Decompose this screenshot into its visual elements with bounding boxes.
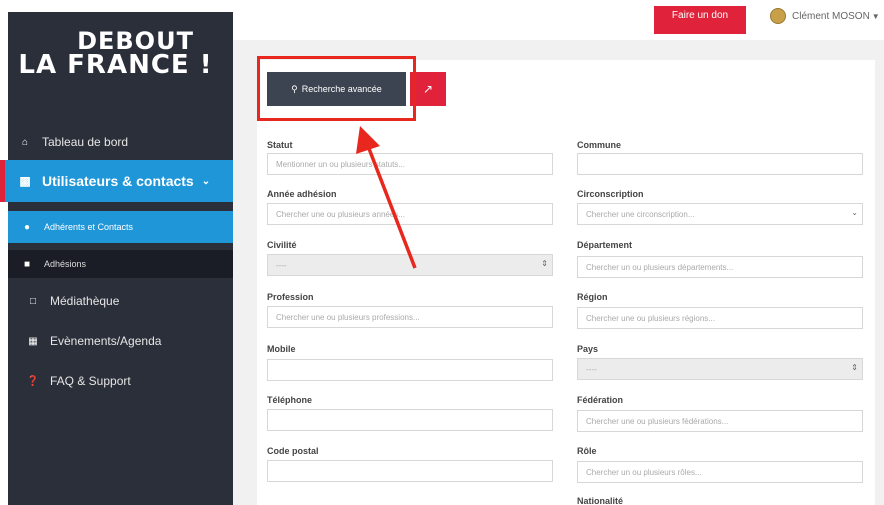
nationality-label: Nationalité (577, 496, 624, 505)
select-arrows-icon: ⇕ (851, 363, 858, 372)
sidebar-item-dashboard[interactable]: ⌂ Tableau de bord (0, 130, 225, 154)
sidebar-item-label: Médiathèque (50, 294, 120, 308)
sidebar-item-media[interactable]: □ Médiathèque (8, 290, 233, 312)
country-value: ---- (586, 365, 597, 374)
mobile-label: Mobile (267, 344, 296, 354)
region-input[interactable]: Chercher une ou plusieurs régions... (577, 307, 863, 329)
chevron-down-icon: ▼ (871, 11, 880, 21)
select-arrows-icon: ⇕ (541, 259, 548, 268)
user-menu[interactable]: Clément MOSON ▼ (770, 8, 880, 24)
city-input[interactable] (577, 153, 863, 175)
federation-input[interactable]: Chercher une ou plusieurs fédérations... (577, 410, 863, 432)
sidebar-item-events[interactable]: ▦ Evènements/Agenda (8, 330, 233, 352)
logo: DEBOUT LA FRANCE ! (8, 29, 233, 80)
constituency-placeholder: Chercher une circonscription... (586, 210, 695, 219)
donate-button[interactable]: Faire un don (654, 6, 746, 34)
phone-input[interactable] (267, 409, 553, 431)
sidebar-item-label: Adhésions (44, 259, 87, 269)
postal-code-input[interactable] (267, 460, 553, 482)
users-icon: ▩ (19, 174, 31, 188)
civility-label: Civilité (267, 240, 297, 250)
chevron-down-icon: ⌄ (851, 208, 858, 217)
membership-year-label: Année adhésion (267, 189, 337, 199)
export-icon: ↗ (422, 82, 434, 96)
department-label: Département (577, 240, 633, 250)
civility-select[interactable]: ---- ⇕ (267, 254, 553, 276)
profession-input[interactable]: Chercher une ou plusieurs professions... (267, 306, 553, 328)
highlight-box (257, 56, 416, 121)
list-icon: ■ (23, 258, 31, 270)
media-icon: □ (29, 295, 37, 307)
sidebar-item-label: Adhérents et Contacts (44, 222, 134, 232)
sidebar-item-memberships[interactable]: ■ Adhésions (8, 250, 233, 278)
help-icon: ❓ (26, 375, 40, 387)
country-label: Pays (577, 344, 599, 354)
department-input[interactable]: Chercher un ou plusieurs départements... (577, 256, 863, 278)
constituency-select[interactable]: Chercher une circonscription... ⌄ (577, 203, 863, 225)
sidebar-item-label: Utilisateurs & contacts (42, 173, 194, 189)
sidebar-item-users-contacts[interactable]: ▩ Utilisateurs & contacts ⌄ (0, 160, 234, 202)
federation-label: Fédération (577, 395, 624, 405)
phone-label: Téléphone (267, 395, 313, 405)
people-icon: ● (23, 221, 31, 233)
civility-value: ---- (276, 261, 287, 270)
constituency-label: Circonscription (577, 189, 644, 199)
search-panel (257, 60, 875, 505)
home-icon: ⌂ (21, 136, 29, 148)
profession-label: Profession (267, 292, 314, 302)
status-label: Statut (267, 140, 293, 150)
country-select[interactable]: ---- ⇕ (577, 358, 863, 380)
logo-line2: LA FRANCE ! (18, 49, 213, 80)
user-name: Clément MOSON (792, 10, 870, 22)
region-label: Région (577, 292, 608, 302)
sidebar-item-label: FAQ & Support (50, 374, 131, 388)
city-label: Commune (577, 140, 622, 150)
calendar-icon: ▦ (28, 335, 38, 347)
active-indicator (0, 160, 5, 202)
status-input[interactable]: Mentionner un ou plusieurs statuts... (267, 153, 553, 175)
sidebar-item-label: Evènements/Agenda (50, 334, 162, 348)
avatar (770, 8, 786, 24)
sidebar-item-label: Tableau de bord (42, 135, 129, 149)
chevron-down-icon: ⌄ (201, 175, 211, 187)
sidebar-item-members-contacts[interactable]: ● Adhérents et Contacts (8, 211, 233, 243)
postal-code-label: Code postal (267, 446, 319, 456)
membership-year-input[interactable]: Chercher une ou plusieurs années... (267, 203, 553, 225)
role-input[interactable]: Chercher un ou plusieurs rôles... (577, 461, 863, 483)
sidebar-item-faq[interactable]: ❓ FAQ & Support (8, 370, 233, 392)
mobile-input[interactable] (267, 359, 553, 381)
role-label: Rôle (577, 446, 597, 456)
